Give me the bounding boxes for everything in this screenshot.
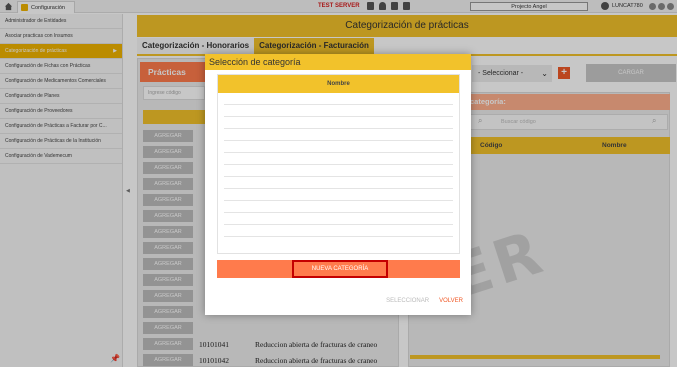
- volver-button[interactable]: VOLVER: [439, 298, 463, 304]
- dialog-footer: SELECCIONAR VOLVER: [386, 298, 463, 304]
- dialog-title: Selección de categoría: [205, 54, 471, 70]
- list-item[interactable]: [224, 201, 453, 213]
- list-item[interactable]: [224, 129, 453, 141]
- category-table: Nombre: [217, 74, 460, 254]
- list-item[interactable]: [224, 225, 453, 237]
- list-item[interactable]: [224, 165, 453, 177]
- list-item[interactable]: [224, 93, 453, 105]
- list-item[interactable]: [224, 141, 453, 153]
- column-nombre[interactable]: Nombre: [218, 75, 459, 93]
- nueva-categoria-bar: NUEVA CATEGORÍA: [217, 260, 460, 278]
- seleccionar-button[interactable]: SELECCIONAR: [386, 298, 429, 304]
- list-item[interactable]: [224, 105, 453, 117]
- category-selection-dialog: Selección de categoría Nombre NUEVA CATE…: [205, 54, 471, 315]
- list-item[interactable]: [224, 189, 453, 201]
- list-item[interactable]: [224, 153, 453, 165]
- list-item[interactable]: [224, 177, 453, 189]
- list-item[interactable]: [224, 213, 453, 225]
- nueva-categoria-button[interactable]: NUEVA CATEGORÍA: [292, 260, 388, 278]
- list-item[interactable]: [224, 117, 453, 129]
